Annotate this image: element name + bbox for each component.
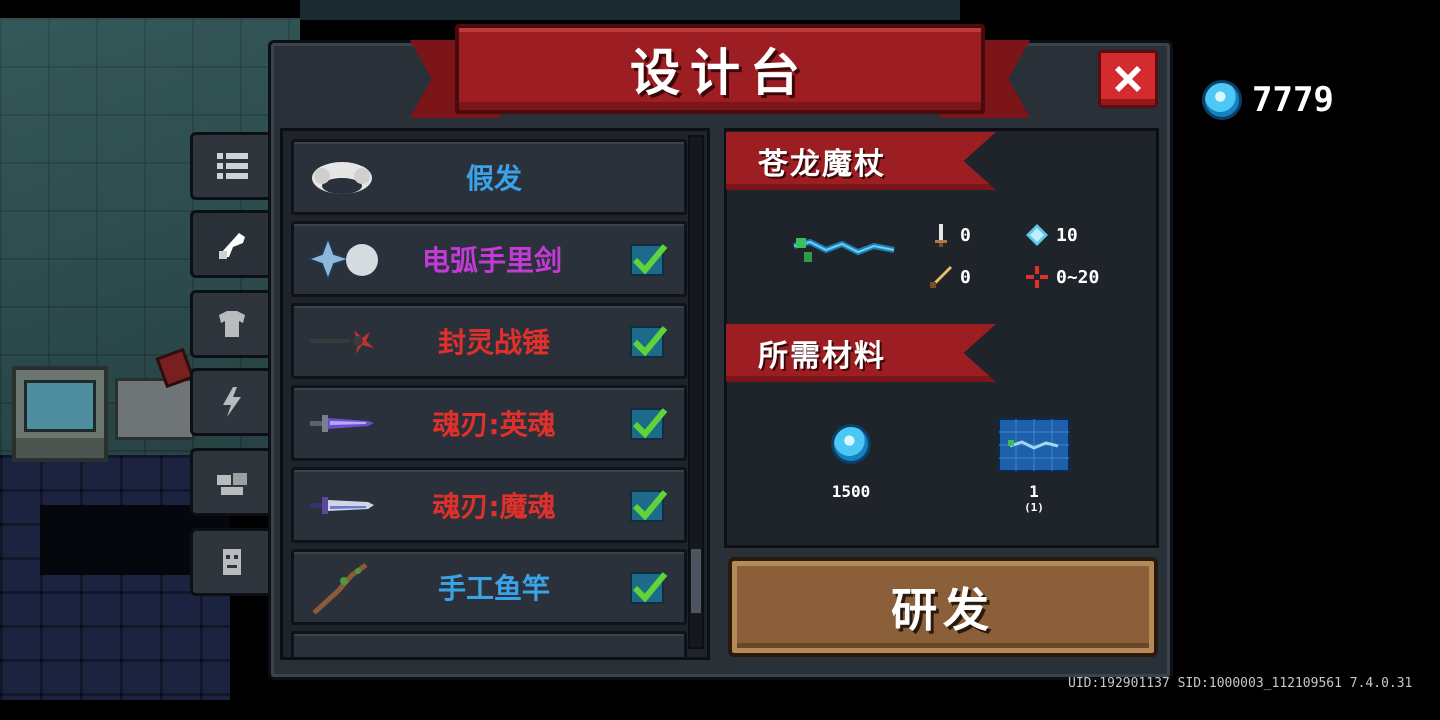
- item-name: 手工鱼竿: [437, 572, 550, 605]
- material-icon: [216, 473, 247, 495]
- item-name: 魂刃:英魂: [432, 408, 556, 441]
- weapon-name: 苍龙魔杖: [758, 147, 886, 182]
- banner-main: 设计台: [455, 24, 985, 114]
- checkbox: [630, 572, 668, 604]
- blueprint-icon: [998, 418, 1070, 472]
- scroll-thumb[interactable]: [691, 549, 701, 613]
- list-item[interactable]: 魂刃:英魂: [291, 385, 687, 461]
- weapon-name-ribbon: 苍龙魔杖: [726, 132, 996, 190]
- soul-blade-icon: [310, 415, 374, 432]
- uid-footer: UID:192901137 SID:1000003_112109561 7.4.…: [1068, 676, 1413, 691]
- stat-crit: 0: [928, 264, 971, 290]
- materials-ribbon: 所需材料: [726, 324, 996, 382]
- list-item[interactable]: 假发: [291, 139, 687, 215]
- energy-value: 10: [1056, 224, 1078, 246]
- item-name: 魂刃:魔魂: [432, 490, 556, 523]
- staff-preview-icon: [793, 238, 895, 262]
- list-item[interactable]: 封灵战锤: [291, 303, 687, 379]
- title-banner: 设计台: [410, 20, 1030, 120]
- demon-blade-icon: [310, 497, 374, 514]
- close-icon: [1115, 66, 1141, 92]
- blueprint-list[interactable]: 假发 电弧手里剑 封灵战锤 魂刃:英魂 魂刃:魔魂 手工鱼竿: [280, 128, 710, 660]
- scrollbar[interactable]: [688, 135, 704, 649]
- list-item[interactable]: [291, 631, 687, 657]
- checkmark-icon: [632, 244, 668, 275]
- list-item[interactable]: 手工鱼竿: [291, 549, 687, 625]
- tab-skills[interactable]: [190, 368, 270, 436]
- stat-energy: 10: [1024, 222, 1078, 248]
- materials-title: 所需材料: [758, 339, 886, 374]
- item-name: 电弧手里剑: [421, 244, 562, 277]
- pet-icon: [222, 549, 241, 575]
- tab-materials[interactable]: [190, 448, 270, 516]
- anvil-prop: [115, 378, 195, 440]
- blue-gem-icon: [1202, 80, 1242, 120]
- war-hammer-icon: [310, 330, 374, 354]
- monitor-base: [16, 438, 104, 458]
- crosshair-icon: [1026, 266, 1048, 288]
- material-count: 1: [1029, 482, 1039, 501]
- crit-value: 0: [960, 266, 971, 288]
- item-name: 封灵战锤: [437, 326, 550, 359]
- stat-damage: 0: [928, 222, 971, 248]
- tab-armor[interactable]: [190, 290, 270, 358]
- checkbox: [630, 490, 668, 522]
- tab-list[interactable]: [190, 132, 270, 200]
- research-button[interactable]: 研发: [728, 557, 1158, 657]
- tab-pets[interactable]: [190, 528, 270, 596]
- lightning-icon: [222, 387, 241, 417]
- checkmark-icon: [632, 326, 668, 357]
- sword-icon: [935, 224, 947, 247]
- weapon-icon: [218, 233, 245, 259]
- spread-value: 0~20: [1056, 266, 1100, 288]
- material-count: 1500: [831, 482, 871, 501]
- list-icon: [216, 153, 248, 179]
- currency-display: 7779: [1202, 80, 1334, 120]
- fishing-rod-icon: [312, 562, 368, 614]
- currency-amount: 7779: [1252, 80, 1334, 120]
- list-item[interactable]: 魂刃:魔魂: [291, 467, 687, 543]
- shuriken-icon: [308, 236, 378, 282]
- armor-icon: [218, 311, 245, 337]
- item-name: 假发: [465, 162, 522, 195]
- stat-spread: 0~20: [1024, 264, 1099, 290]
- crit-blade-icon: [930, 266, 952, 288]
- checkbox: [630, 244, 668, 276]
- tab-weapons[interactable]: [190, 210, 270, 278]
- checkbox: [630, 326, 668, 358]
- monitor-prop: [12, 366, 108, 462]
- research-button-label: 研发: [891, 583, 995, 637]
- wig-icon: [312, 162, 372, 194]
- checkmark-icon: [632, 408, 668, 439]
- monitor-screen: [24, 380, 96, 432]
- material-gems: 1500: [822, 424, 880, 501]
- close-button[interactable]: [1098, 50, 1158, 108]
- damage-value: 0: [960, 224, 971, 246]
- wall: [300, 0, 960, 20]
- checkbox: [630, 408, 668, 440]
- checkmark-icon: [632, 572, 668, 603]
- energy-crystal-icon: [1026, 224, 1048, 246]
- checkmark-icon: [632, 490, 668, 521]
- blue-gem-icon: [831, 424, 871, 464]
- page-title: 设计台: [630, 44, 810, 102]
- material-blueprint: 1 (1): [996, 418, 1072, 514]
- material-owned: (1): [1024, 501, 1044, 514]
- list-item[interactable]: 电弧手里剑: [291, 221, 687, 297]
